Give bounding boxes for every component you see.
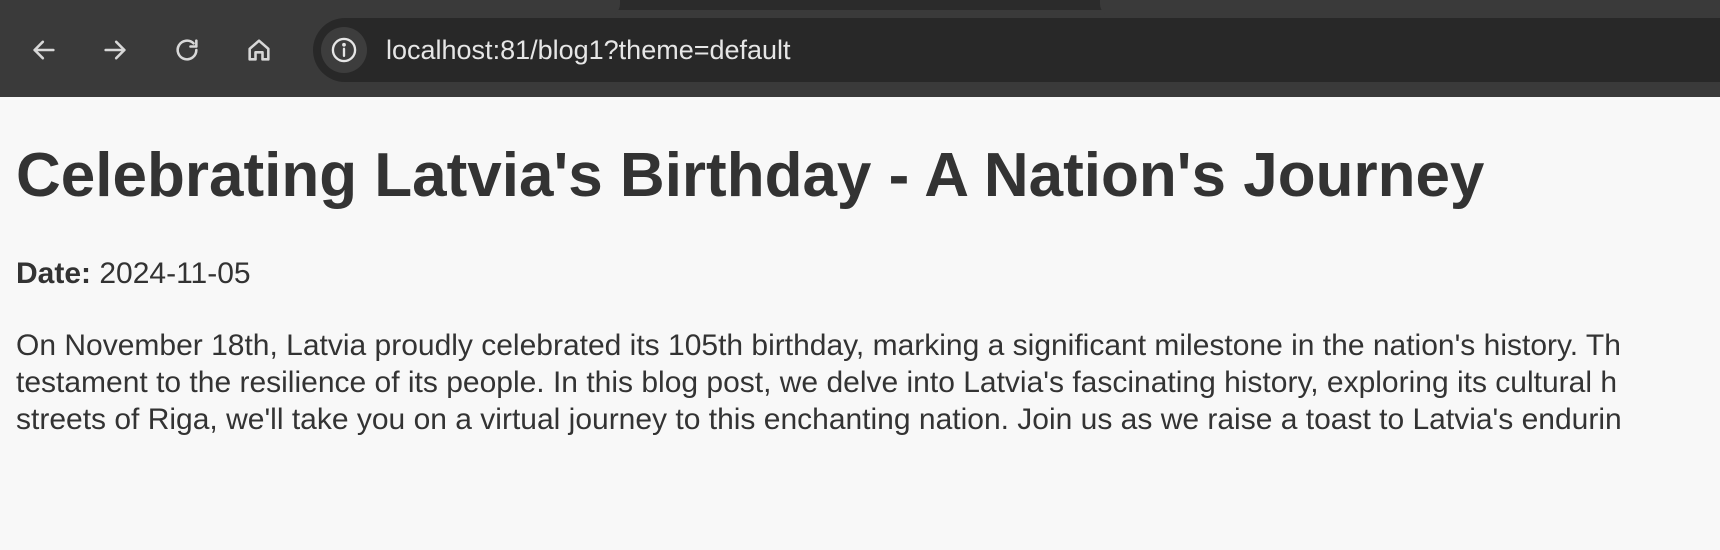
reload-icon (176, 39, 198, 61)
post-date: Date: 2024-11-05 (16, 257, 251, 291)
address-bar[interactable]: localhost:81/blog1?theme=default (313, 18, 1720, 82)
inactive-tab[interactable] (1100, 0, 1720, 16)
reload-button[interactable] (165, 28, 209, 72)
arrow-right-icon (104, 40, 126, 60)
page-content: Celebrating Latvia's Birthday - A Nation… (0, 97, 1720, 550)
home-button[interactable] (237, 28, 281, 72)
url-text[interactable]: localhost:81/blog1?theme=default (386, 35, 791, 65)
back-button[interactable] (22, 28, 66, 72)
active-tab[interactable] (0, 0, 620, 16)
article-body: On November 18th, Latvia proudly celebra… (16, 327, 1622, 438)
body-line: On November 18th, Latvia proudly celebra… (16, 329, 1621, 362)
info-icon (331, 37, 357, 63)
date-label: Date: (16, 257, 92, 290)
date-value: 2024-11-05 (99, 257, 251, 290)
browser-toolbar: localhost:81/blog1?theme=default (0, 0, 1720, 97)
page-title: Celebrating Latvia's Birthday - A Nation… (16, 141, 1485, 210)
forward-button[interactable] (93, 28, 137, 72)
arrow-left-icon (33, 40, 55, 60)
body-line: testament to the resilience of its peopl… (16, 366, 1618, 399)
site-info-button[interactable] (321, 27, 367, 73)
body-line: streets of Riga, we'll take you on a vir… (16, 403, 1622, 436)
home-icon (248, 39, 270, 61)
